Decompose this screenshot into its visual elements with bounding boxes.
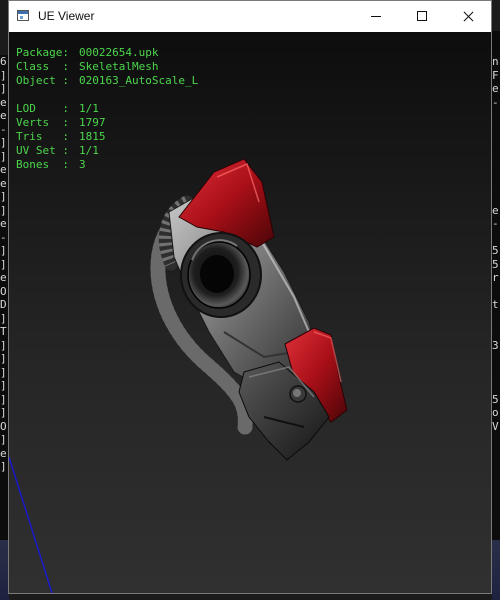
minimize-button[interactable] [353, 1, 399, 32]
uvset-value: 1/1 [79, 144, 99, 157]
app-icon[interactable] [17, 10, 29, 21]
verts-label: Verts : [16, 116, 69, 129]
axis-line [9, 456, 53, 593]
close-button[interactable] [445, 1, 491, 32]
package-value: 00022654.upk [79, 46, 159, 59]
bones-value: 3 [79, 158, 86, 171]
maximize-button[interactable] [399, 1, 445, 32]
info-row-bones: Bones : 3 [16, 158, 198, 172]
info-row-tris: Tris : 1815 [16, 130, 198, 144]
object-label: Object : [16, 74, 69, 87]
window-title: UE Viewer [38, 9, 95, 23]
info-row-package: Package: 00022654.upk [16, 46, 198, 60]
class-label: Class : [16, 60, 69, 73]
class-value: SkeletalMesh [79, 60, 159, 73]
info-row-object: Object : 020163_AutoScale_L [16, 74, 198, 88]
info-row-class: Class : SkeletalMesh [16, 60, 198, 74]
lod-label: LOD : [16, 102, 69, 115]
uvset-label: UV Set : [16, 144, 69, 157]
verts-value: 1797 [79, 116, 106, 129]
tris-label: Tris : [16, 130, 69, 143]
background-console-right: n F e - e - 5 5 r t 3 5 o V [492, 55, 500, 545]
desktop-wallpaper-right [492, 540, 500, 600]
info-row-lod: LOD : 1/1 [16, 102, 198, 116]
info-row-verts: Verts : 1797 [16, 116, 198, 130]
ue-viewer-window: UE Viewer Package: 00022654.upk Class: … [8, 0, 492, 594]
package-label: Package: [16, 46, 69, 59]
lod-value: 1/1 [79, 102, 99, 115]
info-row-uvset: UV Set : 1/1 [16, 144, 198, 158]
object-value: 020163_AutoScale_L [79, 74, 199, 87]
3d-viewport[interactable]: Package: 00022654.upk Class : SkeletalMe… [9, 32, 491, 593]
mesh-info-overlay: Package: 00022654.upk Class : SkeletalMe… [16, 46, 198, 172]
tris-value: 1815 [79, 130, 106, 143]
gauntlet-model [150, 158, 348, 461]
title-bar[interactable]: UE Viewer [9, 1, 491, 32]
bones-label: Bones : [16, 158, 69, 171]
